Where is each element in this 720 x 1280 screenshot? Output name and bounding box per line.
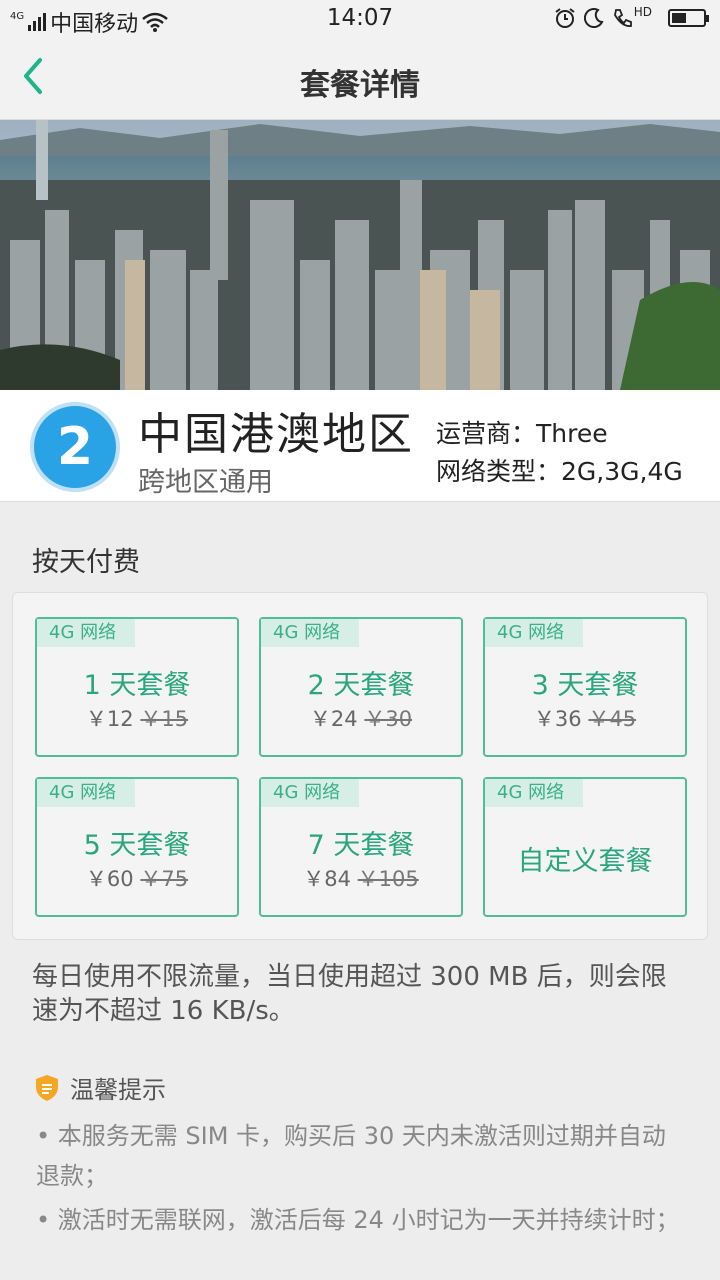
- current-price: ￥24: [309, 707, 358, 731]
- region-name: 中国港澳地区: [138, 409, 414, 460]
- region-info-panel: 2 中国港澳地区 跨地区通用 运营商：Three 网络类型：2G,3G,4G: [0, 390, 720, 502]
- region-subtitle: 跨地区通用: [138, 467, 273, 498]
- plan-tag: 4G 网络: [261, 779, 359, 807]
- plan-name: 5 天套餐: [83, 830, 191, 861]
- plan-name: 1 天套餐: [83, 670, 191, 701]
- original-price: ￥15: [140, 707, 189, 731]
- current-price: ￥12: [85, 707, 134, 731]
- plan-tag: 4G 网络: [485, 619, 583, 647]
- current-price: ￥60: [85, 867, 134, 891]
- original-price: ￥45: [588, 707, 637, 731]
- tip-item: • 激活时无需联网，激活后每 24 小时记为一天并持续计时；: [36, 1206, 680, 1234]
- plan-tag: 4G 网络: [37, 619, 135, 647]
- battery-icon: [668, 9, 709, 27]
- plan-grid: 4G 网络 1 天套餐 ￥12 ￥15 4G 网络 2 天套餐 ￥24 ￥30 …: [12, 592, 708, 940]
- current-price: ￥36: [533, 707, 582, 731]
- page-title: 套餐详情: [300, 68, 420, 103]
- usage-description: 每日使用不限流量，当日使用超过 300 MB 后，则会限速为不超过 16 KB/…: [32, 962, 667, 1026]
- plan-name: 2 天套餐: [307, 670, 415, 701]
- original-price: ￥105: [357, 867, 419, 891]
- plan-tag: 4G 网络: [485, 779, 583, 807]
- plan-card-2-day[interactable]: 4G 网络 2 天套餐 ￥24 ￥30: [259, 617, 463, 757]
- city-skyline-image: [0, 120, 720, 390]
- tips-header: 温馨提示: [34, 1070, 166, 1105]
- region-badge: 2: [30, 402, 120, 492]
- tip-item: • 本服务无需 SIM 卡，购买后 30 天内未激活则过期并自动退款；: [36, 1122, 666, 1190]
- shield-note-icon: [36, 1074, 58, 1101]
- original-price: ￥30: [364, 707, 413, 731]
- plan-tag: 4G 网络: [261, 619, 359, 647]
- status-bar: 4G 中国移动 14:07 HD: [0, 0, 720, 38]
- plan-price: ￥60 ￥75: [37, 863, 237, 893]
- plan-name: 自定义套餐: [517, 846, 653, 877]
- plan-price: ￥36 ￥45: [485, 703, 685, 733]
- plan-price: ￥12 ￥15: [37, 703, 237, 733]
- original-price: ￥75: [140, 867, 189, 891]
- plan-name: 7 天套餐: [307, 830, 415, 861]
- navigation-bar: 套餐详情: [0, 38, 720, 120]
- tips-title: 温馨提示: [70, 1076, 166, 1104]
- network-type-label: 网络类型：2G,3G,4G: [436, 457, 683, 486]
- plan-card-5-day[interactable]: 4G 网络 5 天套餐 ￥60 ￥75: [35, 777, 239, 917]
- operator-label: 运营商：Three: [436, 419, 608, 448]
- plan-card-3-day[interactable]: 4G 网络 3 天套餐 ￥36 ￥45: [483, 617, 687, 757]
- plan-name: 3 天套餐: [531, 670, 639, 701]
- plan-price: ￥84 ￥105: [261, 863, 461, 893]
- alarm-icon: [555, 8, 575, 28]
- plan-card-1-day[interactable]: 4G 网络 1 天套餐 ￥12 ￥15: [35, 617, 239, 757]
- plan-card-custom[interactable]: 4G 网络 自定义套餐: [483, 777, 687, 917]
- section-title: 按天付费: [32, 547, 140, 578]
- phone-hd-icon: [613, 9, 632, 27]
- plan-card-7-day[interactable]: 4G 网络 7 天套餐 ￥84 ￥105: [259, 777, 463, 917]
- current-price: ￥84: [303, 867, 351, 891]
- plan-tag: 4G 网络: [37, 779, 135, 807]
- moon-icon: [583, 8, 604, 28]
- hd-label: HD: [633, 5, 652, 19]
- plan-price: ￥24 ￥30: [261, 703, 461, 733]
